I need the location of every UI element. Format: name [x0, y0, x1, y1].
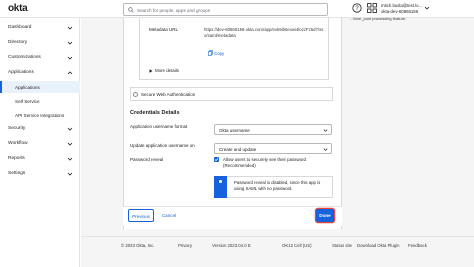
copy-icon — [208, 50, 213, 56]
cancel-button-label: Cancel — [161, 213, 177, 218]
sidebar-item-label: Dashboard — [8, 25, 32, 30]
chevron-up-icon — [67, 71, 73, 75]
chevron-down-icon — [67, 142, 73, 146]
previous-button-label: Previous — [132, 214, 150, 219]
checkmark-icon — [214, 158, 219, 162]
username-format-select[interactable]: Okta username — [214, 124, 332, 135]
more-details-label: More details — [155, 68, 179, 73]
metadata-url-label: Metadata URL — [149, 27, 179, 32]
chevron-down-icon[interactable] — [424, 5, 430, 11]
sidebar-item-label: Directory — [8, 40, 28, 45]
sidebar-subitem-self-service[interactable]: Self Service — [0, 95, 80, 107]
sidebar: Dashboard Directory Customizations Appli… — [0, 18, 80, 267]
update-username-select[interactable]: Create and update — [214, 143, 332, 154]
sidebar-item-workflow[interactable]: Workflow — [0, 137, 80, 151]
chevron-down-icon — [67, 157, 73, 161]
sidebar-subitem-label: API Service Integrations — [15, 112, 65, 118]
search-placeholder: Search for people, apps and groups — [137, 7, 211, 13]
chevron-down-icon — [67, 172, 73, 176]
sidebar-item-security[interactable]: Security — [0, 122, 80, 136]
chevron-down-icon — [323, 129, 328, 132]
sidebar-item-label: Workflow — [8, 141, 28, 146]
wizard-footer — [123, 206, 342, 226]
search-icon — [128, 7, 134, 13]
sidebar-item-label: Reports — [8, 156, 25, 161]
sidebar-item-settings[interactable]: Settings — [0, 167, 80, 181]
update-username-value: Create and update — [219, 147, 257, 152]
footer-feedback-link[interactable]: Feedback — [408, 243, 427, 248]
sidebar-item-directory[interactable]: Directory — [0, 36, 80, 50]
info-icon — [219, 180, 222, 183]
sidebar-item-label: Security — [8, 126, 26, 131]
sidebar-item-label: Customizations — [8, 55, 41, 60]
update-username-label: Update application username on — [130, 143, 195, 148]
chevron-down-icon — [323, 148, 328, 151]
credentials-details-title: Credentials Details — [130, 110, 180, 116]
footer-status-link[interactable]: Status site — [332, 243, 352, 248]
chevron-down-icon — [67, 56, 73, 60]
caret-right-icon — [149, 69, 153, 73]
sidebar-item-applications[interactable]: Applications — [0, 66, 80, 80]
footer-download-plugin-link[interactable]: Download Okta Plugin — [357, 243, 400, 248]
password-reveal-checkbox-label: Allow users to securely see their passwo… — [223, 157, 306, 168]
okta-logo[interactable]: okta — [8, 3, 28, 14]
svg-text:?: ? — [355, 6, 359, 12]
apps-grid-icon[interactable] — [367, 3, 377, 13]
chevron-down-icon — [67, 41, 73, 45]
info-callout-text: Password reveal is disabled, since this … — [234, 180, 321, 191]
done-button-label: Done — [319, 213, 331, 218]
password-reveal-label: Password reveal — [130, 157, 164, 162]
sidebar-item-dashboard[interactable]: Dashboard — [0, 21, 80, 35]
sidebar-item-label: Applications — [8, 70, 34, 75]
chevron-down-icon — [67, 127, 73, 131]
password-reveal-checkbox[interactable] — [214, 157, 219, 162]
sidebar-subitem-label: Applications — [15, 84, 40, 90]
footer-copyright: © 2023 Okta, Inc. — [121, 243, 155, 248]
global-search-input[interactable]: Search for people, apps and groups — [123, 3, 328, 16]
sidebar-item-customizations[interactable]: Customizations — [0, 51, 80, 65]
footer-version: Version 2023.04.0 E — [212, 243, 251, 248]
help-icon[interactable]: ? — [352, 3, 362, 13]
metadata-url-value[interactable]: https://dev-60868159.okta.com/app/exk9ib… — [204, 27, 324, 40]
done-button[interactable]: Done — [316, 209, 334, 222]
sidebar-subitem-applications[interactable]: Applications — [0, 81, 80, 93]
previous-button[interactable]: Previous — [128, 209, 154, 222]
sidebar-subitem-api-service-integrations[interactable]: API Service Integrations — [0, 109, 80, 121]
cancel-button[interactable]: Cancel — [157, 209, 181, 222]
footer-cell: OK12 Cell (US) — [282, 243, 312, 248]
side-note: ...form_post processing feature. — [350, 16, 407, 21]
username-format-label: Application username format — [130, 124, 188, 129]
copy-label: Copy — [214, 50, 225, 56]
footer-privacy-link[interactable]: Privacy — [178, 243, 192, 248]
username-format-value: Okta username — [219, 128, 250, 133]
sidebar-item-reports[interactable]: Reports — [0, 152, 80, 166]
swa-label: Secure Web Authentication — [141, 92, 196, 97]
chevron-down-icon — [67, 26, 73, 30]
sidebar-item-label: Settings — [8, 171, 26, 176]
swa-radio[interactable] — [133, 92, 138, 97]
sidebar-subitem-label: Self Service — [15, 98, 40, 104]
